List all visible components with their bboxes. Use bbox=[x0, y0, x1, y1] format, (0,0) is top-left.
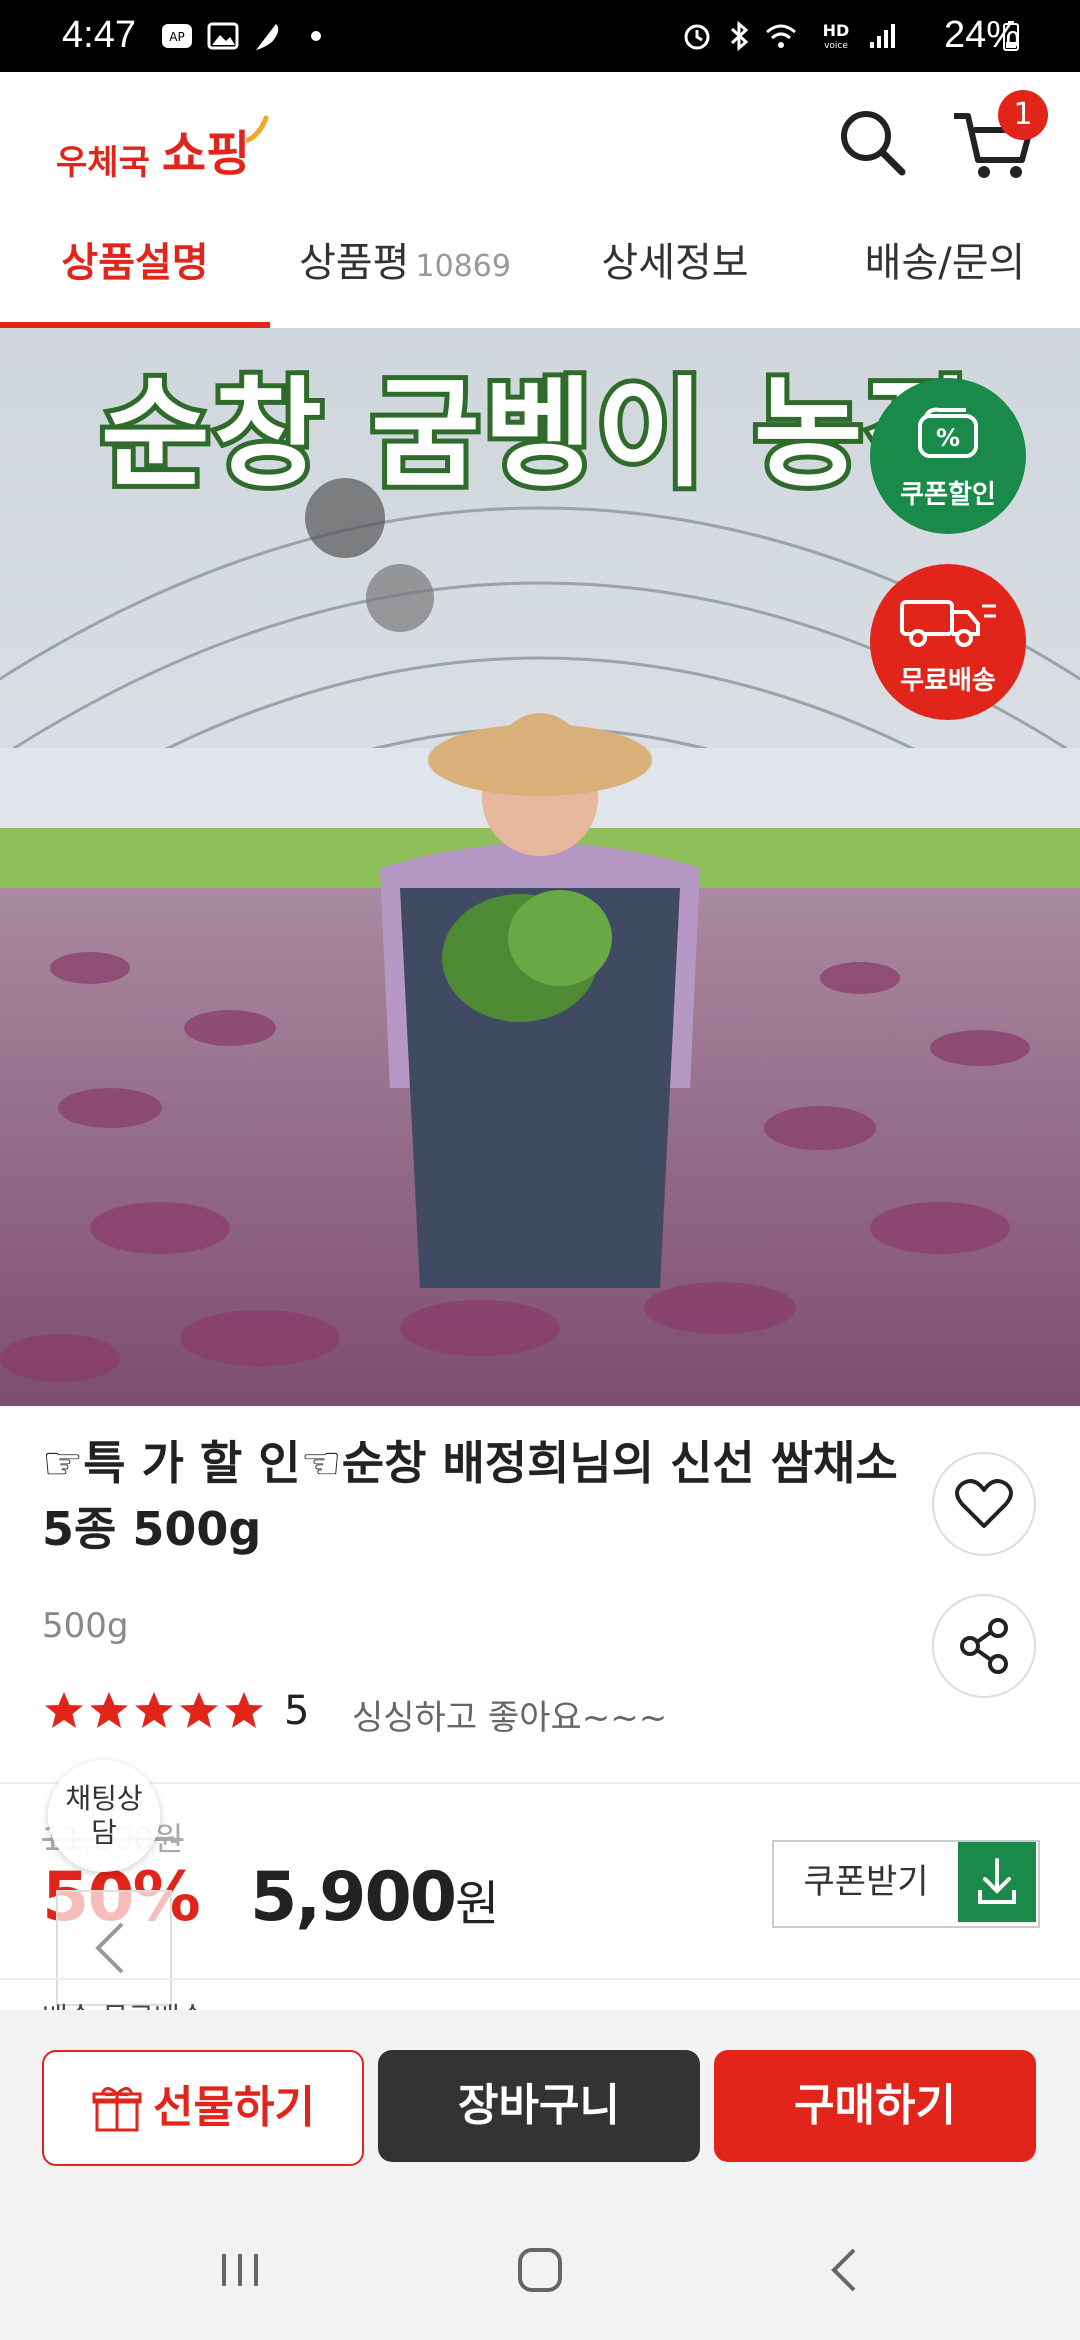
alarm-icon bbox=[684, 24, 710, 50]
product-title: ☞특 가 할 인☜순창 배정희님의 신선 쌈채소 5종 500g bbox=[42, 1436, 898, 1556]
feather-icon bbox=[256, 24, 279, 50]
status-bar: 4:47 AP HD voice 24% bbox=[0, 0, 1080, 72]
download-icon bbox=[958, 1842, 1036, 1922]
tab-reviews[interactable]: 상품평 10869 bbox=[270, 208, 540, 328]
heart-icon bbox=[955, 1479, 1013, 1528]
purchase-action-bar: 선물하기 장바구니 구매하기 bbox=[0, 2010, 1080, 2200]
hd-voice-icon: HDvoice bbox=[823, 21, 850, 51]
svg-text:HD: HD bbox=[823, 21, 850, 40]
recent-apps-icon[interactable] bbox=[210, 2244, 270, 2296]
app-header: 우체국 쇼핑 1 bbox=[0, 72, 1080, 210]
signal-icon bbox=[870, 24, 895, 48]
svg-text:AP: AP bbox=[169, 30, 184, 44]
tab-bar: 상품설명 상품평 10869 상세정보 배송/문의 bbox=[0, 208, 1080, 328]
star-rating-icon bbox=[45, 1692, 263, 1728]
chat-consult-button[interactable]: 채팅상담 bbox=[48, 1760, 160, 1872]
floating-back-button[interactable] bbox=[56, 1890, 172, 2006]
product-weight: 500g bbox=[42, 1606, 129, 1646]
shipping-info-peek: 배송 무료배송 bbox=[42, 1996, 205, 2010]
product-hero-image[interactable]: 순창 굼벵이 농장 % 쿠폰할인 무료배송 bbox=[0, 328, 1080, 1406]
gift-label: 선물하기 bbox=[153, 2082, 315, 2133]
gallery-icon bbox=[207, 22, 239, 50]
review-snippet[interactable]: 싱싱하고 좋아요~~~ bbox=[352, 1690, 667, 1739]
divider bbox=[0, 1978, 1080, 1980]
free-shipping-badge[interactable]: 무료배송 bbox=[870, 564, 1026, 720]
back-icon[interactable] bbox=[816, 2244, 876, 2296]
rating-value: 5 bbox=[284, 1688, 310, 1734]
logo-small-text: 우체국 bbox=[56, 143, 150, 183]
coupon-discount-badge[interactable]: % 쿠폰할인 bbox=[870, 378, 1026, 534]
share-icon bbox=[960, 1618, 1008, 1674]
dot-icon bbox=[311, 31, 321, 41]
chat-consult-label: 채팅상담 bbox=[65, 1782, 143, 1849]
truck-icon bbox=[900, 600, 996, 647]
system-nav-bar bbox=[0, 2200, 1080, 2340]
gift-icon bbox=[92, 2087, 142, 2132]
share-button[interactable] bbox=[932, 1594, 1036, 1698]
svg-text:%: % bbox=[936, 424, 960, 452]
buy-now-button[interactable]: 구매하기 bbox=[714, 2050, 1036, 2162]
tab-shipping-inquiry[interactable]: 배송/문의 bbox=[810, 208, 1080, 328]
logo-big-text: 쇼핑 bbox=[161, 126, 251, 182]
tab-details[interactable]: 상세정보 bbox=[540, 208, 810, 328]
rating-stars[interactable]: 5 bbox=[42, 1688, 309, 1734]
gift-button[interactable]: 선물하기 bbox=[42, 2050, 364, 2166]
tab-product-description[interactable]: 상품설명 bbox=[0, 208, 270, 328]
bluetooth-icon bbox=[730, 20, 749, 52]
chevron-left-icon bbox=[95, 1922, 124, 1974]
home-icon[interactable] bbox=[510, 2244, 570, 2296]
divider bbox=[0, 1782, 1080, 1784]
battery-icon bbox=[1003, 21, 1019, 51]
search-icon[interactable] bbox=[836, 106, 910, 180]
ap-icon: AP bbox=[162, 24, 192, 48]
logo[interactable]: 우체국 쇼핑 bbox=[56, 104, 272, 184]
add-to-cart-button[interactable]: 장바구니 bbox=[378, 2050, 700, 2162]
wifi-icon bbox=[766, 24, 796, 48]
coupon-discount-label: 쿠폰할인 bbox=[900, 480, 996, 510]
logo-swoosh-icon bbox=[246, 115, 269, 143]
clock: 4:47 bbox=[62, 14, 136, 56]
wishlist-button[interactable] bbox=[932, 1452, 1036, 1556]
free-shipping-label: 무료배송 bbox=[900, 666, 996, 696]
sale-price: 5,900원 bbox=[250, 1858, 499, 1937]
get-coupon-button[interactable]: 쿠폰받기 bbox=[772, 1840, 1040, 1928]
coupon-percent-icon: % bbox=[918, 407, 978, 458]
svg-text:voice: voice bbox=[824, 41, 848, 51]
review-count: 10869 bbox=[415, 249, 511, 284]
cart-count-badge: 1 bbox=[998, 90, 1048, 140]
get-coupon-label: 쿠폰받기 bbox=[803, 1862, 929, 1902]
